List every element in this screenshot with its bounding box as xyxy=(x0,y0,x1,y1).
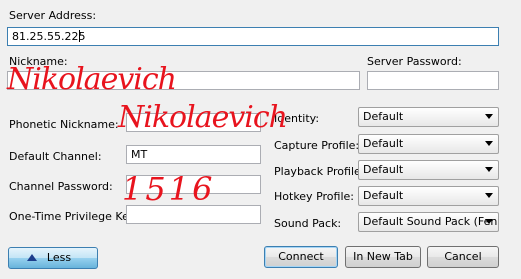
cancel-button[interactable]: Cancel xyxy=(427,246,499,268)
handwritten-nickname-top: Nikolaevich xyxy=(7,62,177,97)
privilege-key-label: One-Time Privilege Key: xyxy=(9,210,139,223)
chevron-down-icon xyxy=(485,114,493,119)
default-channel-value: MT xyxy=(131,148,148,161)
server-address-label: Server Address: xyxy=(9,9,97,22)
chevron-down-icon xyxy=(485,193,493,198)
new-tab-button[interactable]: In New Tab xyxy=(345,246,421,268)
capture-profile-select[interactable]: Default xyxy=(358,134,499,154)
default-channel-label: Default Channel: xyxy=(9,150,102,163)
capture-profile-label: Capture Profile: xyxy=(274,139,360,152)
sound-pack-label: Sound Pack: xyxy=(274,217,342,230)
playback-profile-select[interactable]: Default xyxy=(358,160,499,180)
server-address-value: 81.25.55.225 xyxy=(12,30,86,43)
playback-profile-label: Playback Profile: xyxy=(274,165,365,178)
connect-dialog: Server Address: 81.25.55.225 Nickname: S… xyxy=(0,0,521,279)
chevron-down-icon xyxy=(485,141,493,146)
identity-select[interactable]: Default xyxy=(358,107,499,127)
text-caret xyxy=(79,30,80,42)
handwritten-password: 1516 xyxy=(122,170,216,208)
server-address-input[interactable]: 81.25.55.225 xyxy=(7,27,499,46)
channel-password-label: Channel Password: xyxy=(9,180,113,193)
playback-profile-value: Default xyxy=(363,163,404,176)
capture-profile-value: Default xyxy=(363,137,404,150)
connect-button[interactable]: Connect xyxy=(264,246,338,268)
less-button[interactable]: Less xyxy=(8,247,98,269)
less-button-label: Less xyxy=(46,251,72,264)
hotkey-profile-label: Hotkey Profile: xyxy=(274,190,354,203)
hotkey-profile-value: Default xyxy=(363,189,404,202)
chevron-down-icon xyxy=(485,167,493,172)
handwritten-nickname-middle: Nikolaevich xyxy=(118,100,288,135)
default-channel-input[interactable]: MT xyxy=(126,145,261,164)
identity-select-value: Default xyxy=(363,110,404,123)
chevron-down-icon xyxy=(485,219,493,224)
arrow-up-icon xyxy=(27,254,37,261)
server-password-label: Server Password: xyxy=(367,55,462,68)
phonetic-nickname-label: Phonetic Nickname: xyxy=(9,118,119,131)
sound-pack-select[interactable]: Default Sound Pack (Fen xyxy=(358,212,499,232)
sound-pack-value: Default Sound Pack (Fen xyxy=(363,215,498,228)
server-password-input[interactable] xyxy=(367,71,499,90)
hotkey-profile-select[interactable]: Default xyxy=(358,186,499,206)
